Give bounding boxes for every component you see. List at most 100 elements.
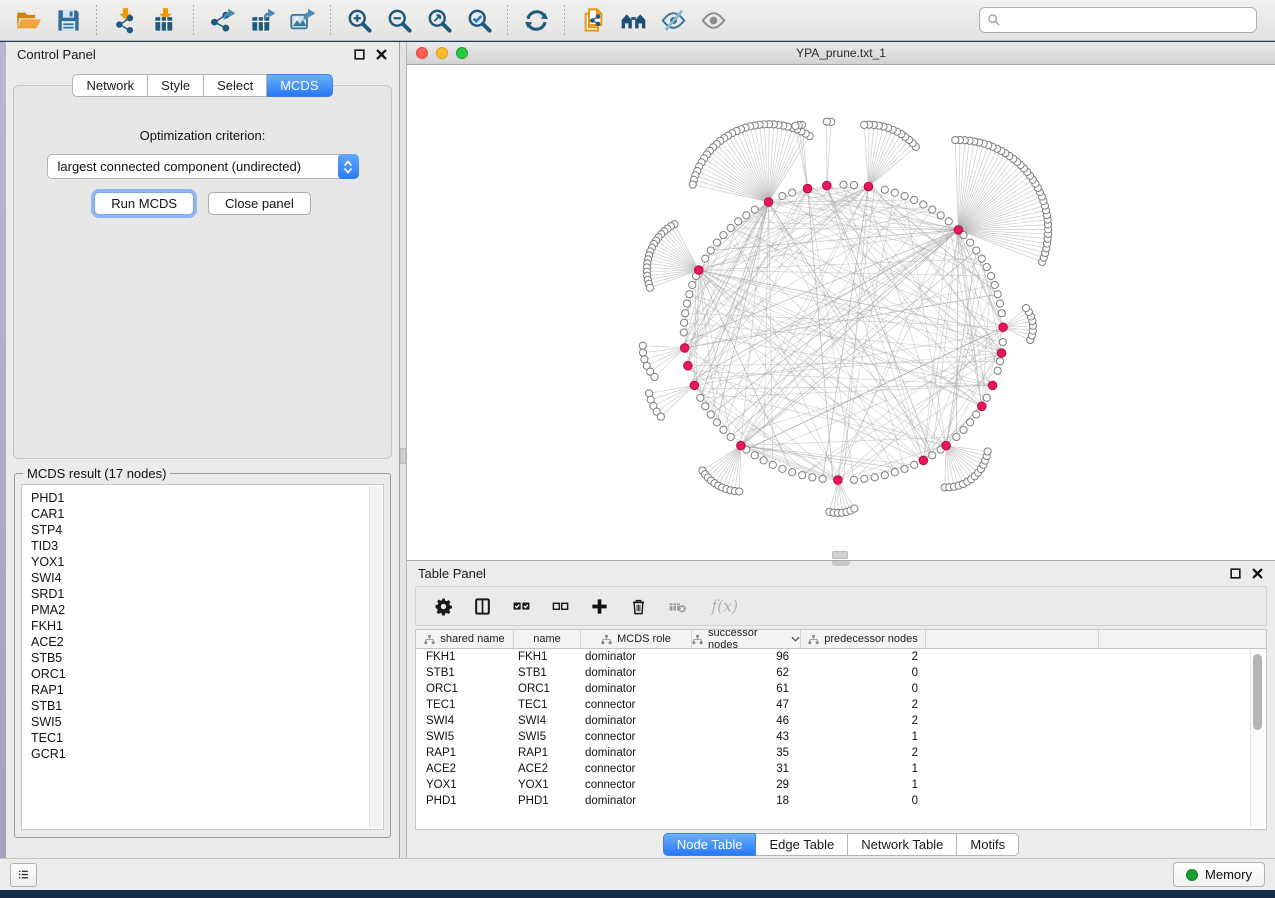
mcds-hub-node[interactable] bbox=[942, 441, 951, 450]
hide-panels-button[interactable] bbox=[655, 3, 691, 37]
table-row[interactable]: YOX1YOX1connector291 bbox=[416, 777, 1266, 793]
mcds-result-item[interactable]: PMA2 bbox=[31, 602, 369, 618]
graph-node[interactable] bbox=[779, 465, 786, 472]
close-table-button[interactable] bbox=[1251, 567, 1264, 580]
graph-node[interactable] bbox=[751, 452, 758, 459]
graph-node[interactable] bbox=[840, 181, 847, 188]
search-input[interactable] bbox=[1006, 12, 1249, 28]
graph-node[interactable] bbox=[1022, 305, 1029, 312]
show-panels-button[interactable] bbox=[695, 3, 731, 37]
criterion-select[interactable]: largest connected component (undirected) bbox=[47, 154, 359, 179]
graph-node[interactable] bbox=[769, 461, 776, 468]
table-settings-button[interactable] bbox=[432, 595, 455, 618]
graph-node[interactable] bbox=[987, 272, 994, 279]
mcds-result-list[interactable]: PHD1CAR1STP4TID3YOX1SWI4SRD1PMA2FKH1ACE2… bbox=[21, 484, 384, 830]
export-network-button[interactable] bbox=[204, 3, 240, 37]
mcds-hub-node[interactable] bbox=[999, 323, 1008, 332]
network-hscroll-thumb[interactable] bbox=[832, 551, 848, 559]
window-zoom-button[interactable] bbox=[456, 47, 468, 59]
mcds-hub-node[interactable] bbox=[737, 441, 746, 450]
table-row[interactable]: FKH1FKH1dominator962 bbox=[416, 649, 1266, 665]
table-row[interactable]: STB1STB1dominator620 bbox=[416, 665, 1266, 681]
mcds-result-item[interactable]: SWI5 bbox=[31, 714, 369, 730]
open-file-button[interactable] bbox=[10, 3, 46, 37]
memory-button[interactable]: Memory bbox=[1173, 862, 1265, 887]
graph-node[interactable] bbox=[713, 239, 720, 246]
zoom-selected-button[interactable] bbox=[461, 3, 497, 37]
table-row[interactable]: RAP1RAP1dominator352 bbox=[416, 745, 1266, 761]
mcds-hub-node[interactable] bbox=[954, 226, 963, 235]
mcds-hub-node[interactable] bbox=[988, 381, 997, 390]
graph-node[interactable] bbox=[751, 206, 758, 213]
graph-node[interactable] bbox=[861, 121, 868, 128]
tab-style[interactable]: Style bbox=[148, 74, 204, 97]
graph-node[interactable] bbox=[727, 224, 734, 231]
graph-node[interactable] bbox=[680, 329, 687, 336]
graph-node[interactable] bbox=[901, 465, 908, 472]
graph-node[interactable] bbox=[720, 426, 727, 433]
graph-node[interactable] bbox=[657, 413, 664, 420]
graph-node[interactable] bbox=[952, 136, 959, 143]
graph-node[interactable] bbox=[967, 419, 974, 426]
mcds-result-item[interactable]: STP4 bbox=[31, 522, 369, 538]
splitter-grip[interactable] bbox=[832, 561, 850, 566]
zoom-fit-button[interactable] bbox=[421, 3, 457, 37]
network-titlebar[interactable]: YPA_prune.txt_1 bbox=[407, 42, 1275, 65]
graph-node[interactable] bbox=[953, 433, 960, 440]
window-minimize-button[interactable] bbox=[436, 47, 448, 59]
graph-node[interactable] bbox=[911, 196, 918, 203]
splitter-handle[interactable] bbox=[400, 448, 406, 464]
close-mcds-button[interactable]: Close panel bbox=[208, 192, 311, 215]
graph-node[interactable] bbox=[789, 189, 796, 196]
mcds-hub-node[interactable] bbox=[919, 456, 928, 465]
run-mcds-button[interactable]: Run MCDS bbox=[94, 192, 194, 215]
graph-node[interactable] bbox=[998, 310, 1005, 317]
graph-node[interactable] bbox=[686, 291, 693, 298]
close-panel-button[interactable] bbox=[375, 48, 388, 61]
float-panel-button[interactable] bbox=[353, 48, 366, 61]
refresh-view-button[interactable] bbox=[518, 3, 554, 37]
graph-node[interactable] bbox=[707, 411, 714, 418]
graph-node[interactable] bbox=[707, 247, 714, 254]
graph-node[interactable] bbox=[735, 218, 742, 225]
mcds-result-item[interactable]: TID3 bbox=[31, 538, 369, 554]
graph-node[interactable] bbox=[911, 461, 918, 468]
graph-node[interactable] bbox=[861, 475, 868, 482]
graph-node[interactable] bbox=[901, 192, 908, 199]
mcds-result-item[interactable]: STB1 bbox=[31, 698, 369, 714]
mcds-result-item[interactable]: TEC1 bbox=[31, 730, 369, 746]
graph-node[interactable] bbox=[850, 181, 857, 188]
graph-node[interactable] bbox=[983, 394, 990, 401]
graph-node[interactable] bbox=[967, 239, 974, 246]
save-session-button[interactable] bbox=[50, 3, 86, 37]
find-binoculars-button[interactable] bbox=[615, 3, 651, 37]
graph-node[interactable] bbox=[996, 300, 1003, 307]
graph-node[interactable] bbox=[720, 231, 727, 238]
graph-node[interactable] bbox=[991, 281, 998, 288]
mcds-hub-node[interactable] bbox=[680, 344, 689, 353]
tab-node-table[interactable]: Node Table bbox=[663, 833, 757, 856]
column-header-successor-nodes[interactable]: successor nodes bbox=[692, 630, 801, 648]
graph-node[interactable] bbox=[823, 118, 830, 125]
graph-node[interactable] bbox=[639, 349, 646, 356]
mcds-hub-node[interactable] bbox=[694, 266, 703, 275]
table-row[interactable]: PHD1PHD1dominator180 bbox=[416, 793, 1266, 809]
graph-node[interactable] bbox=[937, 212, 944, 219]
table-row[interactable]: ORC1ORC1dominator610 bbox=[416, 681, 1266, 697]
graph-node[interactable] bbox=[851, 505, 858, 512]
clone-network-button[interactable] bbox=[575, 3, 611, 37]
graph-node[interactable] bbox=[929, 452, 936, 459]
graph-node[interactable] bbox=[682, 310, 689, 317]
graph-node[interactable] bbox=[697, 394, 704, 401]
column-header-name[interactable]: name bbox=[514, 630, 581, 648]
zoom-in-button[interactable] bbox=[341, 3, 377, 37]
graph-node[interactable] bbox=[789, 469, 796, 476]
graph-node[interactable] bbox=[999, 339, 1006, 346]
export-image-button[interactable] bbox=[284, 3, 320, 37]
graph-node[interactable] bbox=[689, 281, 696, 288]
mcds-result-item[interactable]: YOX1 bbox=[31, 554, 369, 570]
table-row[interactable]: SWI5SWI5connector431 bbox=[416, 729, 1266, 745]
graph-node[interactable] bbox=[743, 212, 750, 219]
graph-node[interactable] bbox=[891, 189, 898, 196]
graph-node[interactable] bbox=[819, 475, 826, 482]
